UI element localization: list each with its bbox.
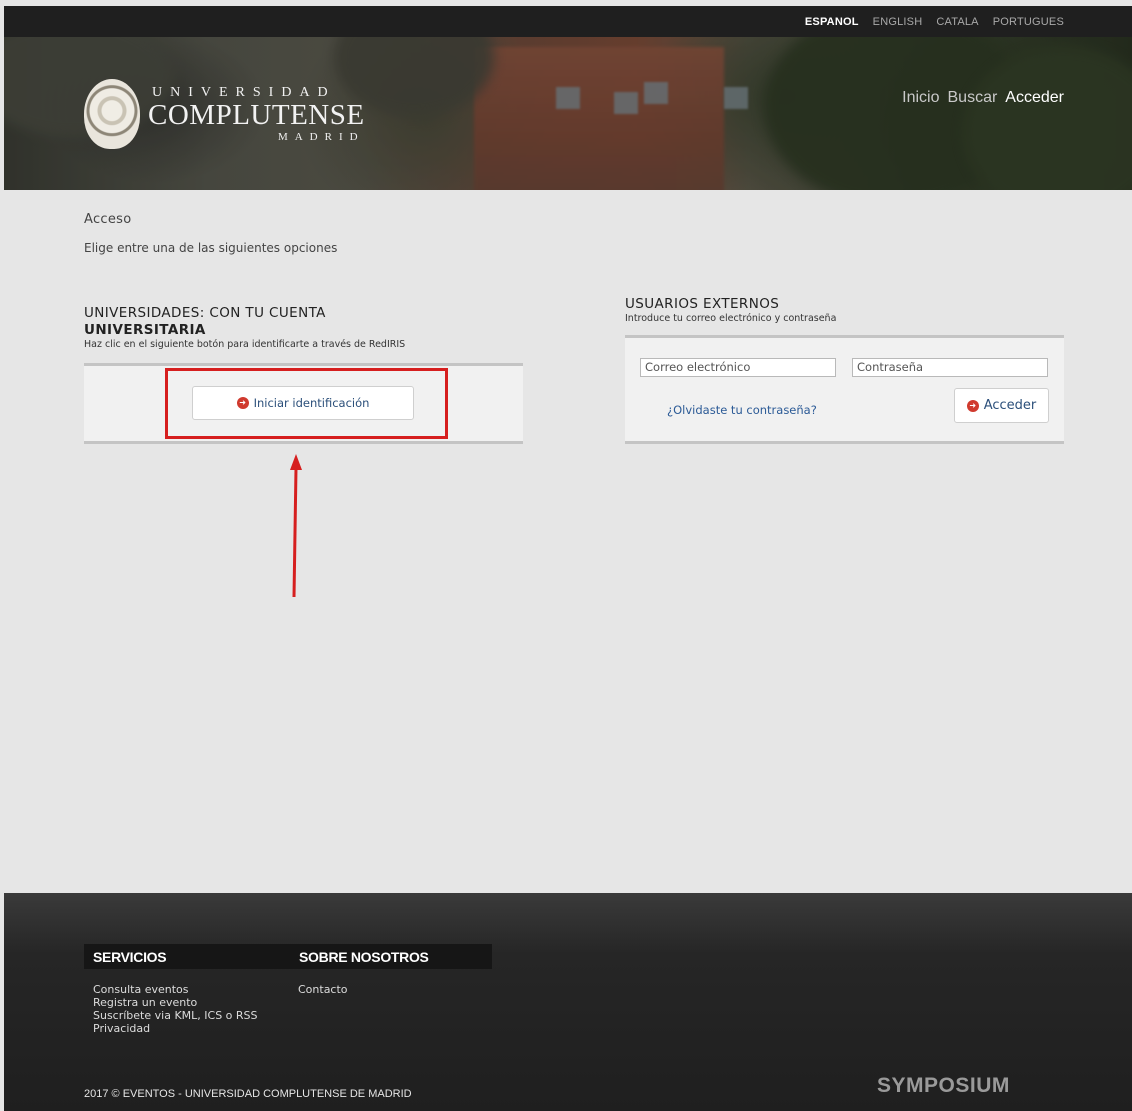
language-bar: ESPANOL ENGLISH CATALA PORTUGUES (4, 6, 1132, 37)
external-section-title: USUARIOS EXTERNOS (625, 296, 780, 312)
logo-wordmark: UNIVERSIDAD COMPLUTENSE MADRID (148, 84, 365, 143)
logo-line-3: MADRID (277, 130, 365, 143)
logo-line-2: COMPLUTENSE (148, 98, 365, 131)
university-login-section: UNIVERSIDADES: CON TU CUENTA UNIVERSITAR… (84, 305, 523, 444)
arrow-right-icon: ➜ (236, 397, 249, 409)
footer-copyright: 2017 © EVENTOS - UNIVERSIDAD COMPLUTENSE… (84, 1088, 412, 1100)
logo-line-1: UNIVERSIDAD (152, 84, 336, 100)
main-nav: Inicio Buscar Acceder (902, 89, 1064, 107)
university-section-title: UNIVERSIDADES: CON TU CUENTA UNIVERSITAR… (84, 305, 523, 339)
language-espanol[interactable]: ESPANOL (805, 16, 859, 28)
external-login-section: USUARIOS EXTERNOS Introduce tu correo el… (625, 296, 1064, 444)
language-english[interactable]: ENGLISH (873, 16, 923, 28)
page-subtitle: Elige entre una de las siguientes opcion… (84, 241, 338, 255)
language-list: ESPANOL ENGLISH CATALA PORTUGUES (805, 16, 1064, 28)
university-seal-icon (84, 79, 140, 149)
university-title-line-2: UNIVERSITARIA (84, 322, 206, 338)
start-identification-label: Iniciar identificación (253, 396, 370, 410)
language-portugues[interactable]: PORTUGUES (993, 16, 1064, 28)
footer: SERVICIOS SOBRE NOSOTROS Consulta evento… (4, 893, 1132, 1111)
external-login-panel: Correo electrónico Contraseña ¿Olvidaste… (625, 335, 1064, 444)
footer-link-registra-evento[interactable]: Registra un evento (93, 996, 258, 1009)
forgot-password-link[interactable]: ¿Olvidaste tu contraseña? (667, 403, 817, 417)
university-login-panel: ➜ Iniciar identificación (84, 363, 523, 444)
footer-link-suscribete[interactable]: Suscríbete via KML, ICS o RSS (93, 1009, 258, 1022)
footer-about-list: Contacto (298, 983, 348, 996)
symposium-logo: SYMPOSIUM (877, 1074, 1010, 1097)
footer-link-contacto[interactable]: Contacto (298, 983, 348, 996)
footer-services-heading: SERVICIOS (84, 944, 290, 969)
arrow-right-icon: ➜ (966, 399, 979, 412)
language-catala[interactable]: CATALA (936, 16, 978, 28)
email-field[interactable]: Correo electrónico (640, 358, 836, 377)
start-identification-button[interactable]: ➜ Iniciar identificación (192, 386, 414, 420)
password-field[interactable]: Contraseña (852, 358, 1048, 377)
acceder-button-label: Acceder (983, 398, 1037, 413)
annotation-arrow-icon (290, 454, 302, 598)
footer-about-heading: SOBRE NOSOTROS (290, 944, 492, 969)
external-section-description: Introduce tu correo electrónico y contra… (625, 313, 837, 324)
footer-services-list: Consulta eventos Registra un evento Susc… (93, 983, 258, 1035)
nav-acceder[interactable]: Acceder (1005, 89, 1064, 107)
university-logo[interactable]: UNIVERSIDAD COMPLUTENSE MADRID (84, 79, 365, 149)
footer-link-privacidad[interactable]: Privacidad (93, 1022, 258, 1035)
page-title: Acceso (84, 212, 132, 227)
nav-buscar[interactable]: Buscar (948, 89, 998, 107)
university-section-description: Haz clic en el siguiente botón para iden… (84, 339, 406, 350)
university-title-line-1: UNIVERSIDADES: CON TU CUENTA (84, 305, 326, 321)
header-banner: UNIVERSIDAD COMPLUTENSE MADRID Inicio Bu… (4, 37, 1132, 190)
acceder-button[interactable]: ➜ Acceder (954, 388, 1049, 423)
footer-link-consulta-eventos[interactable]: Consulta eventos (93, 983, 258, 996)
nav-inicio[interactable]: Inicio (902, 89, 939, 107)
